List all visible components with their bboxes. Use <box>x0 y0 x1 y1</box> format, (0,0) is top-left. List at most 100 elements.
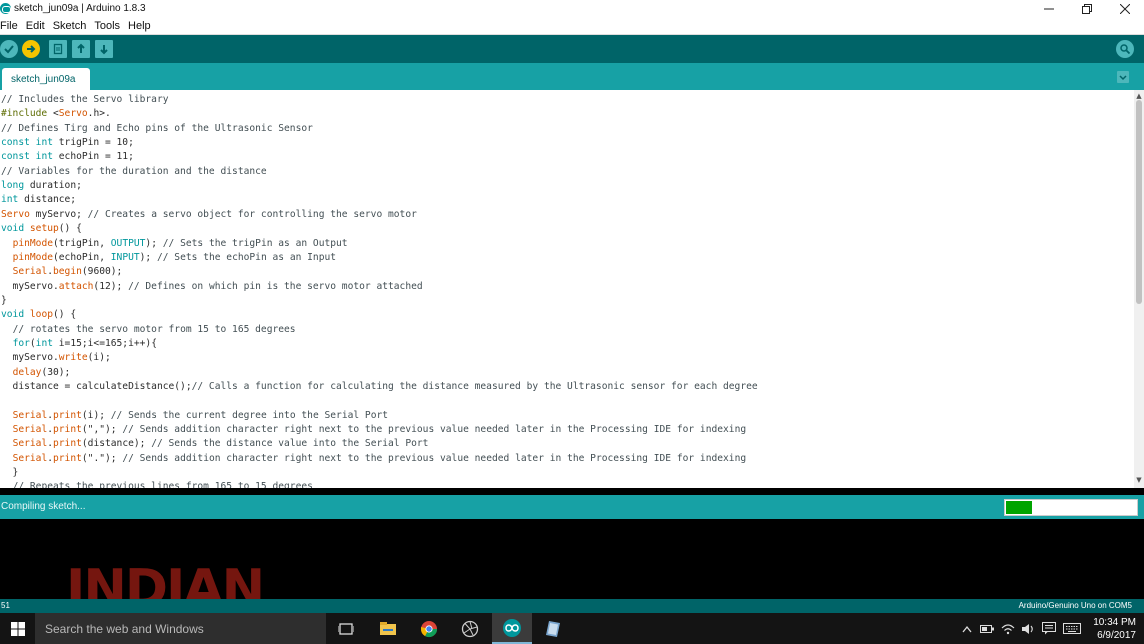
search-placeholder: Search the web and Windows <box>45 622 204 636</box>
menu-bar: File Edit Sketch Tools Help <box>0 17 1144 35</box>
code-line[interactable]: // Repeats the previous lines from 165 t… <box>1 480 313 488</box>
tab-sketch[interactable]: sketch_jun09a <box>2 68 90 90</box>
code-line[interactable]: for(int i=15;i<=165;i++){ <box>1 337 157 351</box>
network-button[interactable] <box>999 613 1017 644</box>
speaker-icon <box>1022 623 1033 634</box>
code-line[interactable]: // rotates the servo motor from 15 to 16… <box>1 323 296 337</box>
chevron-up-icon <box>962 625 972 632</box>
verify-button[interactable] <box>0 40 18 58</box>
magnifier-icon <box>1120 44 1131 55</box>
status-message: Compiling sketch... <box>1 501 86 512</box>
code-line[interactable]: void setup() { <box>1 222 82 236</box>
code-line[interactable]: pinMode(trigPin, OUTPUT); // Sets the tr… <box>1 237 348 251</box>
open-button[interactable] <box>72 40 90 58</box>
action-center-button[interactable] <box>1039 613 1059 644</box>
close-icon <box>1120 3 1130 14</box>
system-clock[interactable]: 10:34 PM 6/9/2017 <box>1093 616 1136 642</box>
code-line[interactable]: const int echoPin = 11; <box>1 150 134 164</box>
code-line[interactable]: myServo.write(i); <box>1 351 111 365</box>
tab-strip: sketch_jun09a <box>0 63 1144 90</box>
title-bar: sketch_jun09a | Arduino 1.8.3 <box>0 0 1144 17</box>
chevron-down-icon <box>1117 71 1129 83</box>
scroll-up-icon[interactable]: ▲ <box>1135 92 1143 100</box>
taskbar-search[interactable]: Search the web and Windows <box>35 613 326 644</box>
serial-monitor-button[interactable] <box>1116 40 1134 58</box>
progress-fill <box>1006 501 1032 514</box>
toolbar <box>0 35 1144 63</box>
tray-overflow-button[interactable] <box>958 613 976 644</box>
code-line[interactable]: long duration; <box>1 179 82 193</box>
code-line[interactable]: Serial.begin(9600); <box>1 265 123 279</box>
board-info: Arduino/Genuino Uno on COM5 <box>1018 601 1132 610</box>
notes-icon <box>546 620 560 637</box>
arduino-app-icon <box>0 3 11 14</box>
menu-file[interactable]: File <box>0 20 18 32</box>
footer-bar: 51 Arduino/Genuino Uno on COM5 <box>0 599 1144 613</box>
arduino-icon <box>503 618 521 637</box>
new-file-icon <box>53 43 63 55</box>
code-line[interactable]: } <box>1 466 19 480</box>
scroll-thumb[interactable] <box>1136 100 1142 304</box>
code-line[interactable]: Servo myServo; // Creates a servo object… <box>1 208 417 222</box>
notes-button[interactable] <box>533 613 573 644</box>
code-line[interactable]: delay(30); <box>1 366 71 380</box>
volume-button[interactable] <box>1019 613 1037 644</box>
tab-menu-button[interactable] <box>1116 70 1130 84</box>
code-line[interactable]: int distance; <box>1 193 76 207</box>
camera-app-button[interactable] <box>450 613 490 644</box>
code-line[interactable]: myServo.attach(12); // Defines on which … <box>1 280 423 294</box>
scroll-down-icon[interactable]: ▼ <box>1135 476 1143 484</box>
code-line[interactable]: distance = calculateDistance();// Calls … <box>1 380 758 394</box>
code-line[interactable]: // Variables for the duration and the di… <box>1 165 267 179</box>
arrow-up-icon <box>77 43 85 53</box>
keyboard-button[interactable] <box>1061 613 1083 644</box>
windows-logo-icon <box>10 621 25 636</box>
line-number: 51 <box>1 601 10 610</box>
code-line[interactable]: #include <Servo.h>. <box>1 107 111 121</box>
menu-sketch[interactable]: Sketch <box>53 20 87 32</box>
code-line[interactable]: } <box>1 294 7 308</box>
window-title: sketch_jun09a | Arduino 1.8.3 <box>14 3 146 14</box>
wifi-icon <box>1001 623 1015 634</box>
battery-icon <box>980 624 994 633</box>
arduino-taskbar-button[interactable] <box>492 613 532 644</box>
status-bar: Compiling sketch... <box>0 495 1144 519</box>
restore-button[interactable] <box>1068 0 1106 17</box>
notification-icon <box>1042 622 1056 635</box>
camera-app-icon <box>461 620 479 637</box>
file-explorer-button[interactable] <box>368 613 408 644</box>
start-button[interactable] <box>0 613 35 644</box>
chrome-icon <box>420 620 438 637</box>
code-line[interactable]: Serial.print(","); // Sends addition cha… <box>1 423 747 437</box>
code-line[interactable]: // Defines Tirg and Echo pins of the Ult… <box>1 122 313 136</box>
code-line[interactable]: Serial.print("."); // Sends addition cha… <box>1 452 747 466</box>
code-line[interactable]: pinMode(echoPin, INPUT); // Sets the ech… <box>1 251 336 265</box>
window-controls <box>1030 0 1144 17</box>
upload-button[interactable] <box>22 40 40 58</box>
menu-tools[interactable]: Tools <box>94 20 120 32</box>
battery-button[interactable] <box>978 613 996 644</box>
editor-scrollbar[interactable]: ▲ ▼ <box>1134 90 1144 488</box>
minimize-icon <box>1044 8 1054 9</box>
menu-help[interactable]: Help <box>128 20 151 32</box>
code-line[interactable]: void loop() { <box>1 308 76 322</box>
taskbar: Search the web and Windows 10:34 PM 6/9/… <box>0 613 1144 644</box>
clock-date: 6/9/2017 <box>1097 630 1136 641</box>
task-view-button[interactable] <box>326 613 366 644</box>
code-editor[interactable]: // Includes the Servo library #include <S… <box>0 90 1134 488</box>
code-line[interactable]: Serial.print(distance); // Sends the dis… <box>1 437 429 451</box>
code-line[interactable]: const int trigPin = 10; <box>1 136 134 150</box>
restore-icon <box>1082 3 1092 14</box>
menu-edit[interactable]: Edit <box>26 20 45 32</box>
minimize-button[interactable] <box>1030 0 1068 17</box>
arrow-down-icon <box>100 45 108 55</box>
clock-time: 10:34 PM <box>1093 617 1136 628</box>
code-line[interactable]: // Includes the Servo library <box>1 93 169 107</box>
code-line[interactable]: Serial.print(i); // Sends the current de… <box>1 409 388 423</box>
save-button[interactable] <box>95 40 113 58</box>
compile-progress-bar <box>1004 499 1138 516</box>
close-button[interactable] <box>1106 0 1144 17</box>
task-view-icon <box>338 622 354 635</box>
new-button[interactable] <box>49 40 67 58</box>
chrome-button[interactable] <box>409 613 449 644</box>
